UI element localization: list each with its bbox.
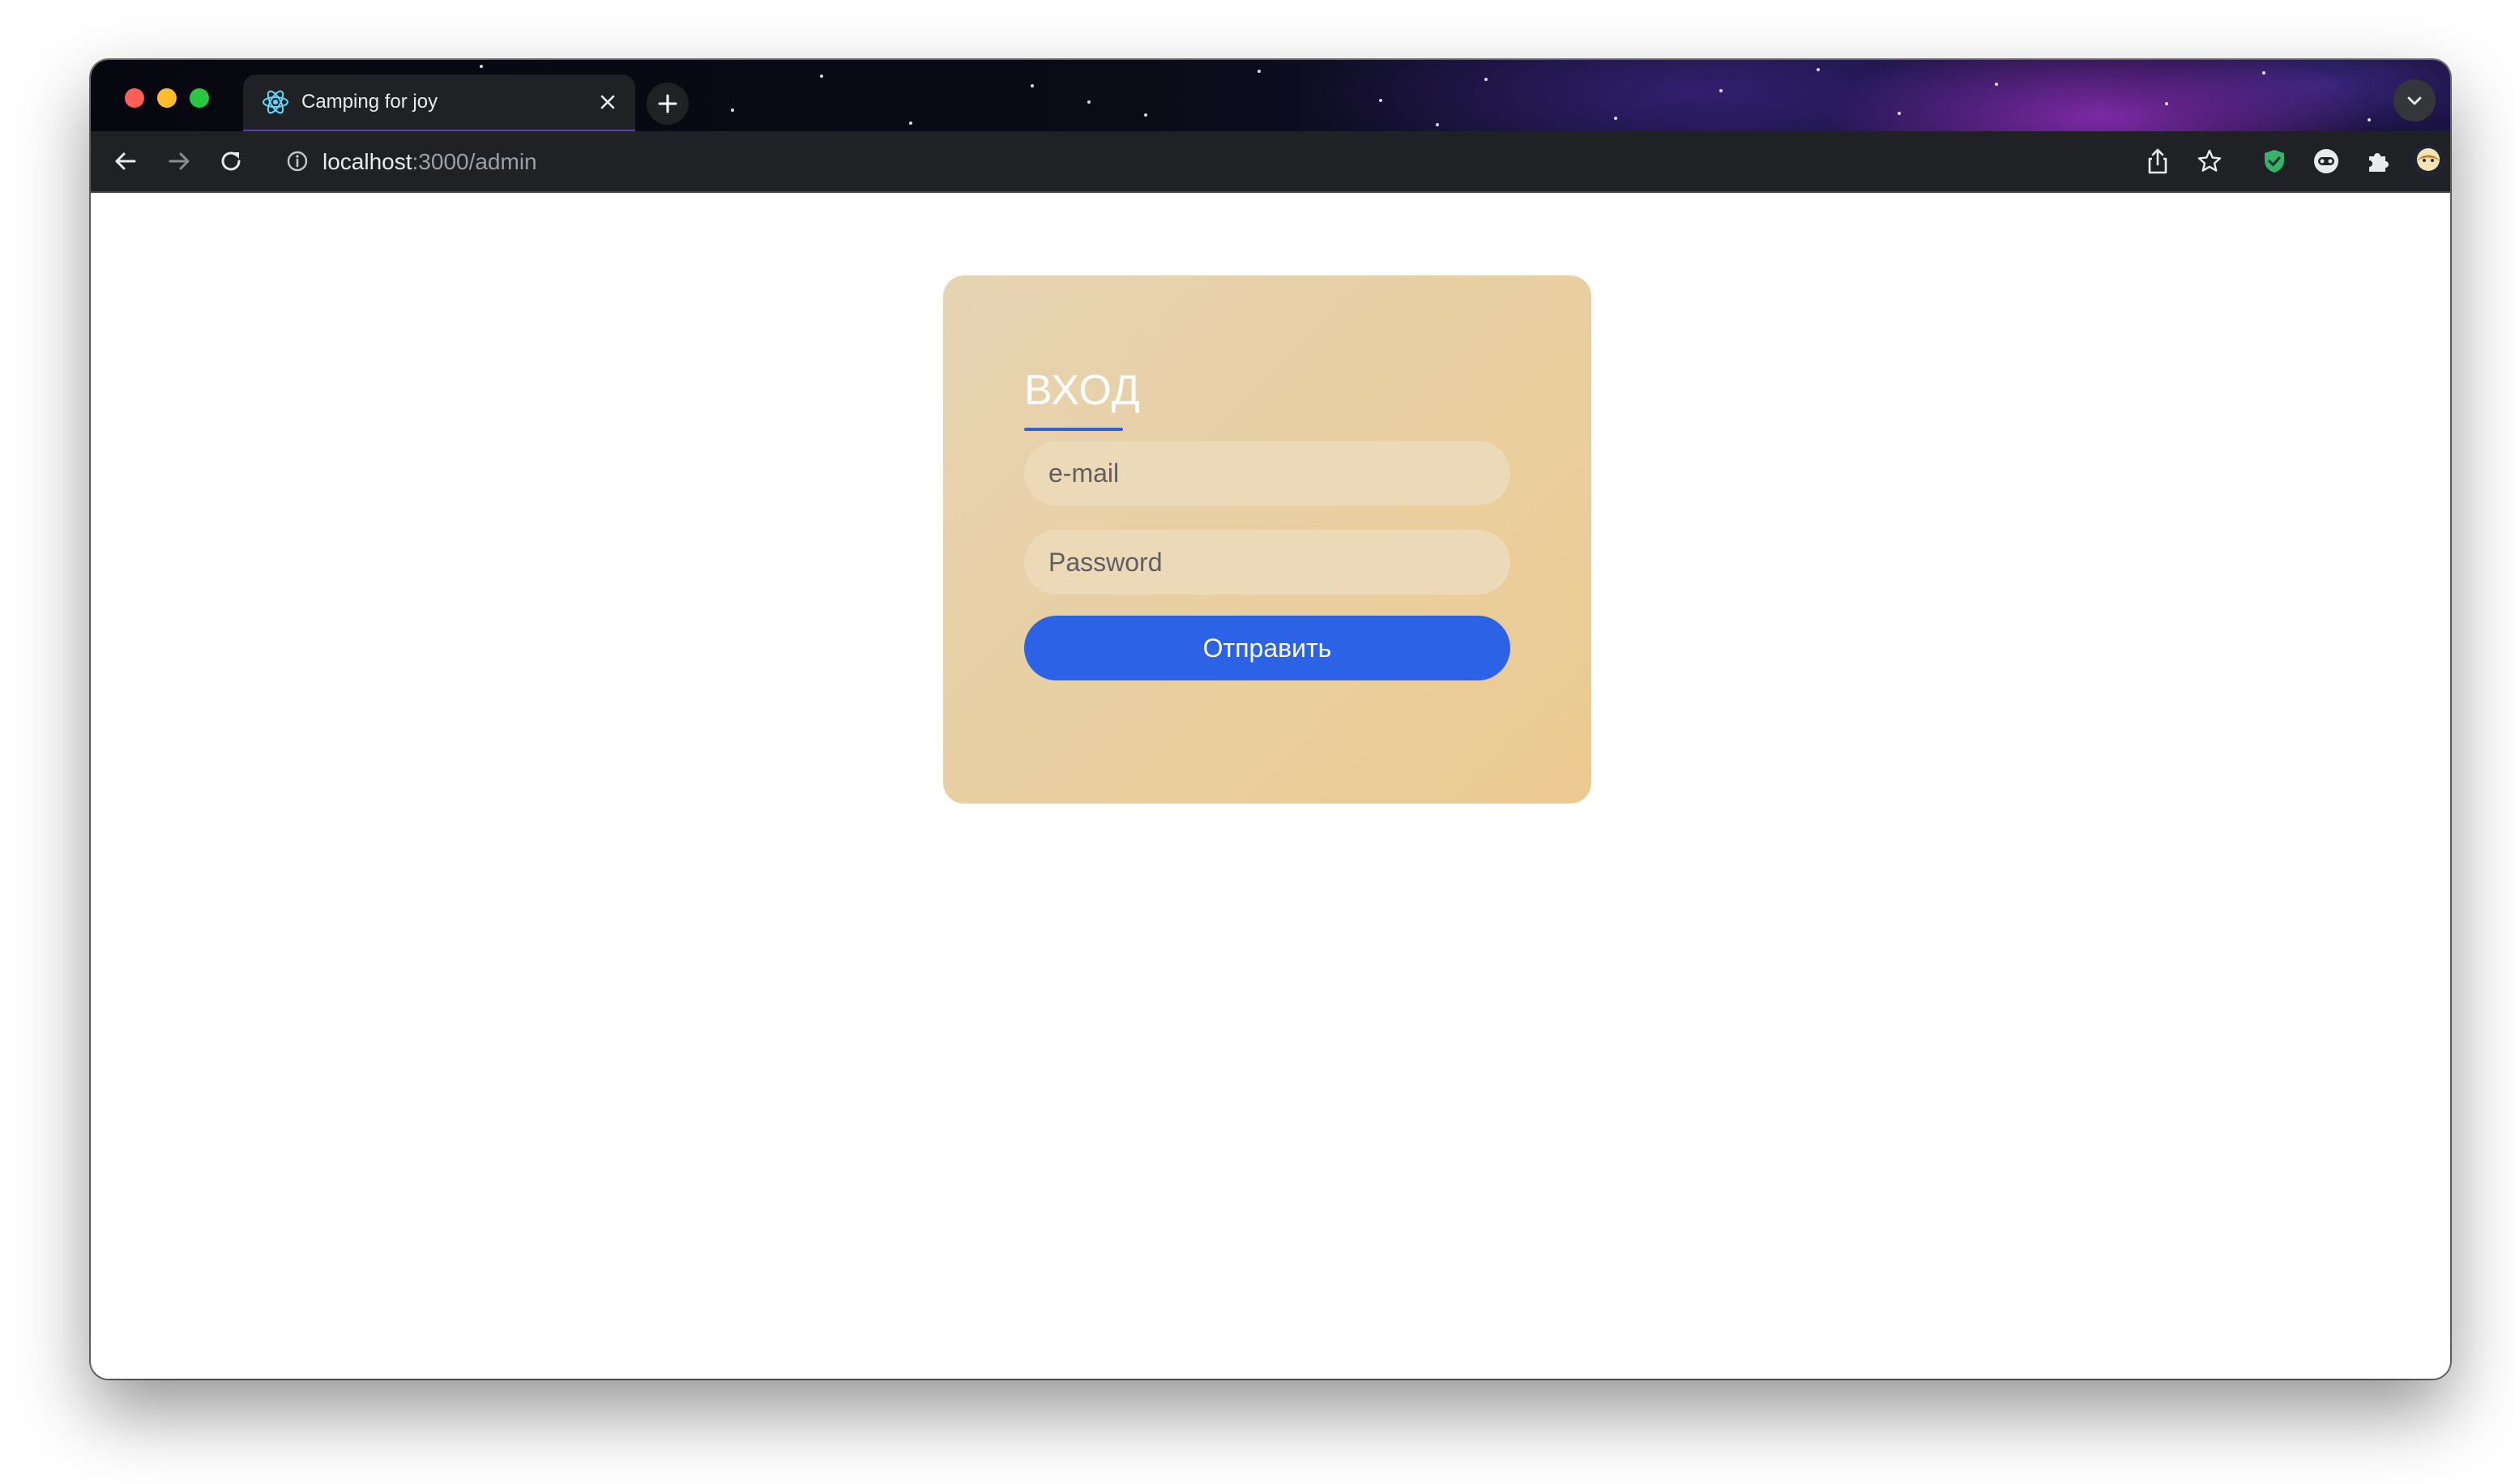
star-icon [2197, 149, 2222, 172]
arrow-right-icon [169, 152, 190, 170]
close-tab-icon[interactable] [593, 87, 622, 117]
url-text: localhost:3000/admin [322, 149, 537, 175]
tab-search-button[interactable] [2393, 79, 2436, 122]
browser-toolbar: localhost:3000/admin [91, 131, 2450, 193]
password-field[interactable] [1024, 530, 1510, 595]
ghost-extension-button[interactable] [2308, 143, 2345, 180]
zoom-window-button[interactable] [190, 88, 209, 108]
arrow-left-icon [115, 152, 136, 170]
reload-button[interactable] [212, 143, 250, 180]
bookmark-button[interactable] [2191, 143, 2228, 180]
login-title: ВХОД [1024, 367, 1141, 414]
address-bar[interactable]: localhost:3000/admin [267, 138, 2244, 185]
react-icon [261, 87, 290, 117]
tab-title: Camping for joy [301, 91, 438, 113]
forward-button[interactable] [160, 143, 198, 180]
chevron-down-icon [2407, 96, 2422, 105]
extensions-button[interactable] [2359, 143, 2397, 180]
browser-window: Camping for joy localhost:3000/admin ВХО… [91, 60, 2450, 1379]
tab-strip: Camping for joy [91, 60, 2450, 131]
back-button[interactable] [107, 143, 144, 180]
puzzle-icon [2369, 153, 2389, 172]
url-host: localhost [322, 149, 412, 174]
url-path: :3000/admin [412, 149, 537, 174]
avatar [2412, 145, 2445, 177]
title-underline [1024, 428, 1123, 431]
share-icon [2148, 148, 2167, 174]
ghost-icon [2314, 149, 2338, 173]
minimize-window-button[interactable] [157, 88, 177, 108]
close-window-button[interactable] [125, 88, 144, 108]
tab-camping-for-joy[interactable]: Camping for joy [243, 75, 635, 131]
email-field[interactable] [1024, 441, 1510, 505]
page-content: ВХОД Отправить [91, 193, 2450, 1379]
shield-extension-button[interactable] [2256, 143, 2293, 180]
reload-icon [221, 151, 241, 171]
plus-icon [658, 94, 677, 113]
profile-button[interactable] [2410, 143, 2447, 180]
new-tab-button[interactable] [647, 83, 689, 125]
login-card: ВХОД Отправить [943, 275, 1591, 804]
submit-button[interactable]: Отправить [1024, 616, 1510, 680]
info-icon[interactable] [285, 149, 310, 173]
shield-icon [2265, 150, 2284, 173]
share-button[interactable] [2139, 143, 2176, 180]
